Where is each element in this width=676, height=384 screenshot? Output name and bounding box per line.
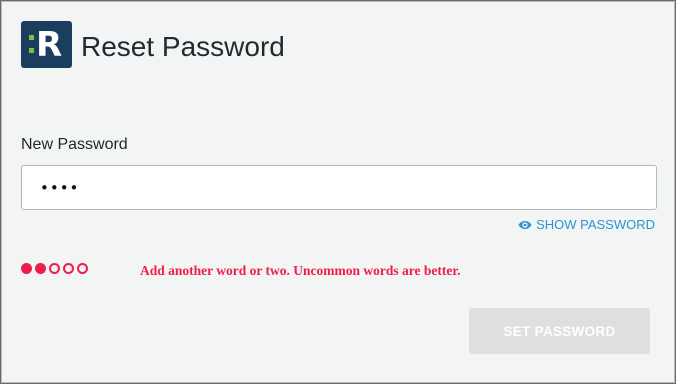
eye-icon — [518, 221, 532, 229]
set-password-button[interactable]: SET PASSWORD — [469, 308, 650, 354]
logo-letter: R — [36, 25, 63, 65]
new-password-input[interactable] — [21, 165, 657, 210]
strength-pip — [21, 263, 32, 274]
show-password-toggle[interactable]: SHOW PASSWORD — [518, 216, 655, 234]
resolver-logo-icon: R — [21, 21, 72, 68]
reset-password-panel: R Reset Password New Password SHOW PASSW… — [0, 0, 676, 384]
strength-pip — [35, 263, 46, 274]
page-title: Reset Password — [81, 31, 285, 62]
show-password-label: SHOW PASSWORD — [536, 217, 655, 232]
new-password-label: New Password — [21, 136, 128, 153]
strength-pip — [63, 263, 74, 274]
strength-pip — [49, 263, 60, 274]
password-strength-message: Add another word or two. Uncommon words … — [140, 263, 461, 278]
strength-pip — [77, 263, 88, 274]
logo-dot-top — [29, 35, 34, 40]
logo-dot-bottom — [29, 48, 34, 53]
logo-colon — [29, 35, 34, 55]
password-strength-meter — [21, 263, 88, 274]
